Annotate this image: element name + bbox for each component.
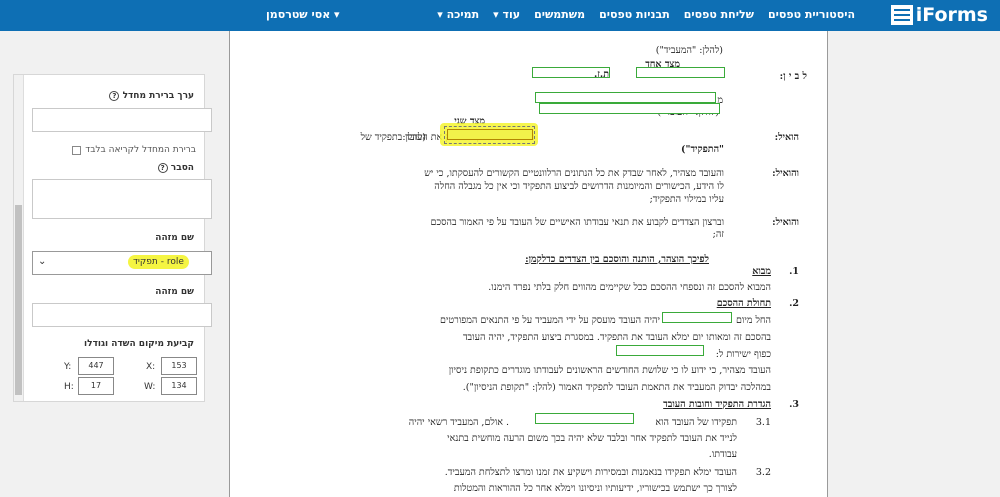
default-value-input[interactable] [32, 108, 212, 132]
nav-form-templates[interactable]: תבניות טפסים [599, 8, 670, 21]
identifier-selected-value: תפקיד - role [128, 255, 189, 269]
field-properties-panel: ערך ברירת מחדל ? ברירת המחדל לקריאה בלבד… [13, 74, 212, 402]
form-field[interactable] [535, 413, 634, 424]
doc-text: לנייד את העובד לתפקיד אחר ובלבד שלא יהיה… [447, 433, 737, 444]
top-navigation-bar: ▾ אסי שטרסמן היסטוריית טפסים שליחת טפסים… [0, 0, 1000, 31]
doc-text: והעובד מצהיר, לאחר שבדק את כל הנתונים הר… [424, 168, 724, 179]
chevron-down-icon: ⌄ [38, 256, 47, 267]
form-field[interactable] [616, 345, 704, 356]
user-menu[interactable]: ▾ אסי שטרסמן [266, 8, 340, 21]
nav-form-history[interactable]: היסטוריית טפסים [768, 8, 855, 21]
form-field[interactable] [535, 92, 716, 103]
explanation-label: הסבר ? [155, 163, 194, 173]
doc-text: 1. [789, 266, 799, 277]
identifier-select[interactable]: ⌄ תפקיד - role [32, 251, 212, 275]
doc-text: המבוא להסכם זה ונספחי ההסכם ככל שקיימים … [488, 282, 771, 293]
doc-text: 3. [789, 399, 799, 410]
doc-text: העובד מצהיר, כי ידוע לו כי שלושת החודשים… [448, 365, 771, 376]
doc-heading: תחולת ההסכם [716, 298, 771, 309]
doc-text: 2. [789, 298, 799, 309]
doc-text: (להלן: [402, 132, 426, 143]
nav-more[interactable]: ▾ עוד [493, 8, 520, 21]
form-field[interactable] [662, 312, 732, 323]
doc-text: והואיל: [772, 217, 799, 228]
x-label: X: [146, 362, 156, 372]
help-icon[interactable]: ? [157, 163, 168, 173]
doc-heading: הגדרת התפקיד וחובות העובד [663, 399, 771, 410]
w-input[interactable]: 134 [161, 377, 197, 395]
scrollbar-thumb[interactable] [15, 205, 22, 395]
doc-text: ת.ז. [593, 69, 609, 80]
doc-text: החל מיום [735, 315, 771, 326]
logo-text: iForms [915, 4, 988, 26]
doc-text: תפקידו של העובד הוא [655, 417, 737, 428]
main-nav: היסטוריית טפסים שליחת טפסים תבניות טפסים… [437, 8, 855, 21]
doc-text: במהלכה יבדוק המעביד את התאמת העובד לתפקי… [462, 382, 771, 393]
doc-text: יהיה העובד מועסק על ידי המעביד על פי התנ… [440, 315, 660, 326]
doc-text: 3.2 [755, 467, 771, 478]
x-input[interactable]: 153 [161, 357, 197, 375]
doc-text: כפוף ישירות ל: [715, 349, 771, 360]
explanation-textarea[interactable] [32, 179, 212, 219]
doc-heading: לפיכך הוצהר, הותנה והוסכם בין הצדדים כדל… [525, 254, 709, 265]
doc-text: הואיל: [774, 132, 799, 143]
default-value-label: ערך ברירת מחדל ? [106, 91, 194, 101]
app-logo[interactable]: iForms [890, 4, 988, 26]
doc-text: זה; [712, 229, 724, 240]
identifier-label: שם מזהה [155, 233, 194, 243]
readonly-checkbox-label: ברירת המחדל לקריאה בלבד [85, 145, 196, 155]
doc-text: בהסכם זה ומאותו יום ימלא העובד את התפקיד… [462, 332, 771, 343]
doc-text: ל ב י ן: [779, 71, 807, 82]
doc-text: עבודתו. [708, 449, 737, 460]
h-input[interactable]: 17 [78, 377, 114, 395]
w-label: W: [144, 382, 156, 392]
doc-text: העובד ימלא תפקידו בנאמנות ובמסירות וישקי… [444, 467, 737, 478]
doc-text: "התפקיד") [681, 144, 724, 155]
readonly-checkbox[interactable] [72, 145, 82, 155]
doc-text: והואיל: [772, 168, 799, 179]
y-input[interactable]: 447 [78, 357, 114, 375]
doc-text: עליו במילוי התפקיד; [649, 194, 724, 205]
form-field[interactable] [539, 103, 720, 114]
identifier-label-2: שם מזהה [155, 287, 194, 297]
nav-support[interactable]: ▾ תמיכה [437, 8, 479, 21]
readonly-checkbox-row[interactable]: ברירת המחדל לקריאה בלבד [72, 145, 196, 155]
doc-text: . אולם, המעביד רשאי יהיה [408, 417, 509, 428]
h-label: H: [64, 382, 74, 392]
help-icon[interactable]: ? [109, 91, 120, 101]
panel-scrollbar[interactable] [14, 75, 24, 401]
doc-text: (להלן: "המעביד") [655, 45, 723, 56]
doc-text: לו הידע, הכישורים והמיומנות הדרושים לביצ… [434, 181, 724, 192]
doc-heading: מבוא [752, 266, 771, 277]
document-page: (להלן: "המעביד") מצד אחד ל ב י ן: ת.ז. מ… [229, 31, 828, 497]
logo-icon [890, 5, 913, 25]
doc-text: וברצון הצדדים לקבוע את תנאי עבודתו האישי… [430, 217, 724, 228]
identifier-input[interactable] [32, 303, 212, 327]
doc-text: לצורך כך ישתמש בכישוריו, ידיעותיו וניסיו… [453, 483, 737, 494]
nav-send-forms[interactable]: שליחת טפסים [684, 8, 754, 21]
y-label: Y: [64, 362, 72, 372]
position-label: קביעת מיקום השדה וגודלו [84, 339, 194, 349]
form-field[interactable] [636, 67, 725, 78]
selected-form-field[interactable] [447, 129, 533, 140]
nav-users[interactable]: משתמשים [534, 8, 585, 21]
doc-text: 3.1 [755, 417, 771, 428]
